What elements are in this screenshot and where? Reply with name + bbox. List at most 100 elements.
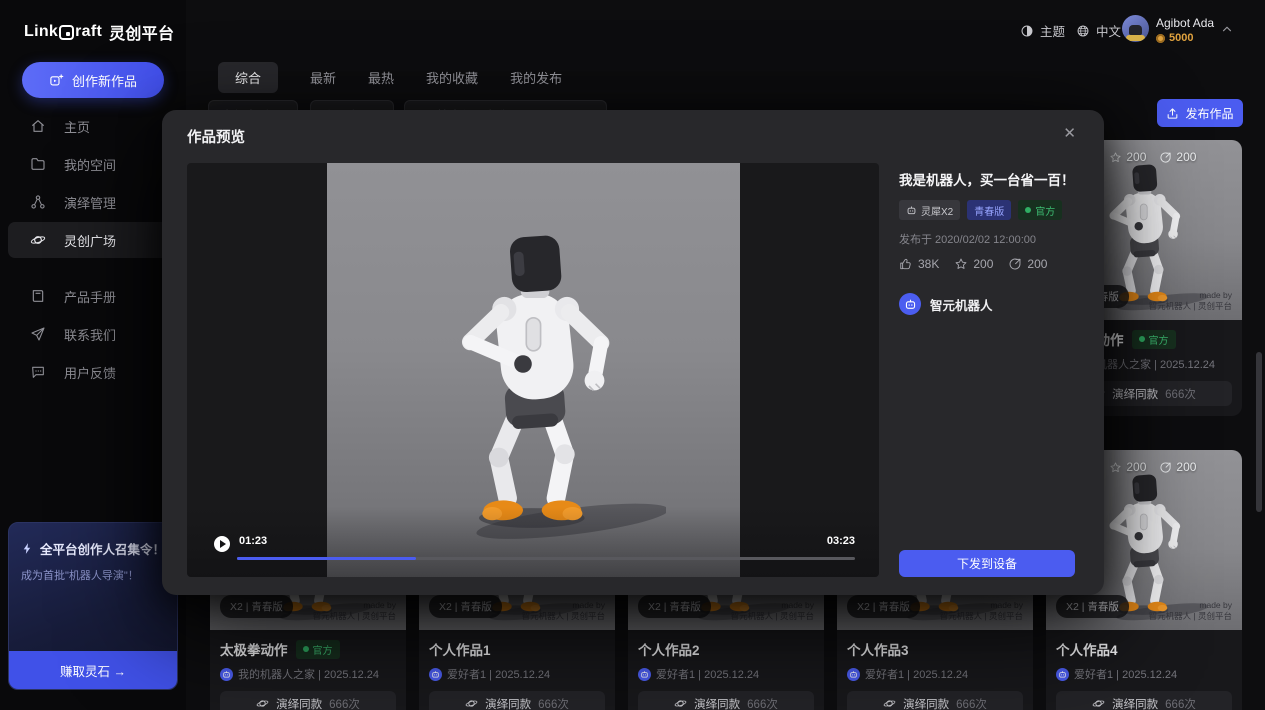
robot-video-image xyxy=(402,199,666,551)
edition-tag: 青春版 xyxy=(967,200,1011,220)
author-row[interactable]: 智元机器人 xyxy=(899,293,1079,315)
nodes-icon xyxy=(30,194,46,210)
watermark: made by智元机器人 | 灵创平台 xyxy=(522,600,605,622)
sidebar-item-performance-management[interactable]: 演绎管理 xyxy=(8,184,178,220)
work-author: 爱好者1 | 2025.12.24 xyxy=(638,666,814,682)
sidebar-item-my-space[interactable]: 我的空间 xyxy=(8,146,178,182)
creator-promo-card: 全平台创作人召集令！ 成为首批"机器人导演"！ 赚取灵石 → xyxy=(8,522,178,690)
sidebar-item-user-feedback[interactable]: 用户反馈 xyxy=(8,354,178,390)
tab-my-publications[interactable]: 我的发布 xyxy=(510,62,562,93)
scrollbar-thumb[interactable] xyxy=(1256,352,1262,512)
globe-icon xyxy=(1076,24,1090,38)
thumbs-up-icon xyxy=(899,257,913,271)
work-title: 个人作品4 xyxy=(1056,639,1118,659)
video-player[interactable]: 01:23 03:23 xyxy=(187,163,879,577)
star-icon xyxy=(1109,151,1122,164)
perform-same-button[interactable]: 演绎同款 666次 xyxy=(220,691,396,710)
likes-stat[interactable]: 38K xyxy=(899,257,939,271)
work-author: 我的机器人之家 | 2025.12.24 xyxy=(220,666,396,682)
share-icon xyxy=(1159,151,1172,164)
stars-stat[interactable]: 200 xyxy=(954,257,993,271)
perform-same-button[interactable]: 演绎同款 666次 xyxy=(847,691,1023,710)
create-new-work-label: 创作新作品 xyxy=(72,71,137,90)
replay-swoosh-icon xyxy=(674,697,687,710)
modal-title: 作品预览 xyxy=(187,126,245,147)
perform-same-button[interactable]: 演绎同款 666次 xyxy=(1056,691,1232,710)
perform-count: 666次 xyxy=(329,696,360,710)
brand-cn: 灵创平台 xyxy=(109,20,174,44)
shares-stat[interactable]: 200 xyxy=(1008,257,1047,271)
current-time: 01:23 xyxy=(239,535,267,547)
create-new-work-button[interactable]: 创作新作品 xyxy=(22,62,164,98)
publish-work-button[interactable]: 发布作品 xyxy=(1157,99,1243,127)
earn-lingshi-button[interactable]: 赚取灵石 → xyxy=(9,651,177,689)
language-switcher[interactable]: 中文 xyxy=(1076,21,1121,40)
share-icon xyxy=(1008,257,1022,271)
work-author: 爱好者1 | 2025.12.24 xyxy=(847,666,1023,682)
author-avatar xyxy=(220,668,233,681)
star-count: 200 xyxy=(1126,150,1146,164)
brand-logo: Linkraft 灵创平台 xyxy=(24,20,174,44)
work-author: 爱好者1 | 2025.12.24 xyxy=(429,666,605,682)
theme-toggle[interactable]: 主题 xyxy=(1020,21,1065,40)
planet-icon xyxy=(30,232,46,248)
sidebar-item-product-manual[interactable]: 产品手册 xyxy=(8,278,178,314)
user-menu[interactable]: Agibot Ada 5000 xyxy=(1156,16,1214,44)
tab-hottest[interactable]: 最热 xyxy=(368,62,394,93)
upload-icon xyxy=(1166,107,1179,120)
deploy-to-device-button[interactable]: 下发到设备 xyxy=(899,550,1075,577)
share-icon xyxy=(1159,461,1172,474)
perform-same-button[interactable]: 演绎同款 666次 xyxy=(638,691,814,710)
perform-count: 666次 xyxy=(538,696,569,710)
watermark: made by智元机器人 | 灵创平台 xyxy=(1149,290,1232,312)
book-icon xyxy=(30,288,46,304)
sidebar-nav: 主页 我的空间 演绎管理 灵创广场 产品手册 联系我们 xyxy=(8,108,178,392)
official-badge: 官方 xyxy=(1132,330,1176,349)
author-avatar xyxy=(429,668,442,681)
perform-count: 666次 xyxy=(1165,696,1196,710)
tab-latest[interactable]: 最新 xyxy=(310,62,336,93)
author-avatar xyxy=(638,668,651,681)
model-badge: X2 | 青春版 xyxy=(847,595,920,618)
work-title: 个人作品2 xyxy=(638,639,700,659)
paper-plane-icon xyxy=(30,326,46,342)
perform-count: 666次 xyxy=(747,696,778,710)
tab-my-favorites[interactable]: 我的收藏 xyxy=(426,62,478,93)
watermark: made by智元机器人 | 灵创平台 xyxy=(940,600,1023,622)
feedback-chat-icon xyxy=(30,364,46,380)
chevron-up-icon[interactable] xyxy=(1220,22,1234,36)
total-time: 03:23 xyxy=(827,535,855,547)
sidebar-item-lingchuang-square[interactable]: 灵创广场 xyxy=(8,222,178,258)
play-button[interactable] xyxy=(214,536,230,552)
robot-face-icon xyxy=(1058,670,1067,679)
robot-face-icon xyxy=(640,670,649,679)
work-preview-title: 我是机器人，买一台省一百！ xyxy=(899,169,1079,189)
star-count: 200 xyxy=(1126,460,1146,474)
topbar: 主题 中文 Agibot Ada 5000 xyxy=(186,0,1265,56)
robot-face-icon xyxy=(904,298,917,311)
watermark: made by智元机器人 | 灵创平台 xyxy=(1149,600,1232,622)
tab-comprehensive[interactable]: 综合 xyxy=(218,62,278,93)
lightning-icon xyxy=(21,542,34,555)
author-name: 智元机器人 xyxy=(930,295,993,314)
progress-bar[interactable] xyxy=(237,557,855,560)
username: Agibot Ada xyxy=(1156,16,1214,30)
sidebar-item-home[interactable]: 主页 xyxy=(8,108,178,144)
robot-face-icon xyxy=(906,205,917,216)
user-avatar[interactable] xyxy=(1122,15,1149,42)
close-icon[interactable]: ✕ xyxy=(1063,124,1076,142)
share-count: 200 xyxy=(1176,460,1196,474)
robot-face-icon xyxy=(431,670,440,679)
publish-date: 发布于 2020/02/02 12:00:00 xyxy=(899,231,1079,247)
perform-count: 666次 xyxy=(1165,386,1196,402)
video-controls-fade xyxy=(187,507,879,577)
robot-face-icon xyxy=(222,670,231,679)
official-tag: 官方 xyxy=(1018,200,1062,220)
promo-subtitle: 成为首批"机器人导演"！ xyxy=(21,567,165,583)
author-avatar xyxy=(899,293,921,315)
avatar-robot-glyph xyxy=(1129,25,1142,35)
perform-same-button[interactable]: 演绎同款 666次 xyxy=(429,691,605,710)
sidebar-item-contact-us[interactable]: 联系我们 xyxy=(8,316,178,352)
model-badge: X2 | 青春版 xyxy=(1056,595,1129,618)
work-title: 太极拳动作 xyxy=(220,639,288,659)
